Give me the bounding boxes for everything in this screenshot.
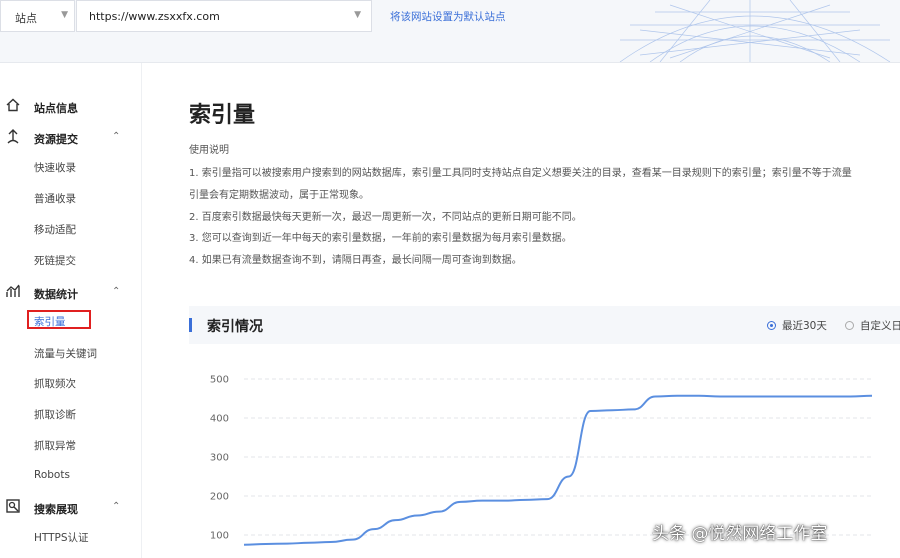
globe-mesh-decoration-icon: [619, 0, 891, 62]
sidebar-group-label: 搜索展现: [34, 503, 78, 516]
sidebar-item-traffic-keywords[interactable]: 流量与关键词: [34, 346, 97, 361]
sidebar-item-dead-link[interactable]: 死链提交: [34, 253, 76, 268]
set-default-site-link[interactable]: 将该网站设置为默认站点: [390, 9, 506, 24]
sidebar-group-search-display[interactable]: 搜索展现 ⌃: [0, 497, 141, 519]
sidebar-group-label: 资源提交: [34, 133, 78, 146]
sidebar-group-label: 站点信息: [34, 102, 78, 115]
y-tick-label: 400: [210, 414, 229, 425]
site-type-select[interactable]: 站点 ▼: [0, 0, 75, 32]
y-tick-label: 300: [210, 453, 229, 464]
search-display-icon: [6, 499, 20, 513]
stats-icon: [6, 284, 20, 297]
sidebar-group-label: 数据统计: [34, 288, 78, 301]
sidebar-group-data-stats[interactable]: 数据统计 ⌃: [0, 282, 141, 304]
site-url-select[interactable]: https://www.zsxxfx.com ▼: [76, 0, 372, 32]
y-tick-label: 100: [210, 531, 229, 542]
sidebar-item-crawl-errors[interactable]: 抓取异常: [34, 438, 76, 453]
top-bar: 站点 ▼ https://www.zsxxfx.com ▼ 将该网站设置为默认站…: [0, 0, 900, 63]
index-volume-line-chart: 0100200300400500: [210, 375, 873, 546]
sidebar-item-robots[interactable]: Robots: [34, 469, 70, 481]
y-tick-label: 200: [210, 492, 229, 503]
sidebar-item-crawl-diagnosis[interactable]: 抓取诊断: [34, 407, 76, 422]
site-type-label: 站点: [15, 12, 37, 25]
y-tick-label: 500: [210, 375, 229, 386]
upload-icon: [7, 129, 19, 144]
sidebar-group-resource-submit[interactable]: 资源提交 ⌃: [0, 127, 141, 149]
sidebar-item-normal-index[interactable]: 普通收录: [34, 191, 76, 206]
main-content: 索引量 使用说明 1. 索引量指可以被搜索用户搜索到的网站数据库，索引量工具同时…: [142, 63, 900, 558]
home-icon: [6, 98, 20, 112]
sidebar-item-crawl-frequency[interactable]: 抓取频次: [34, 376, 76, 391]
watermark-text: 头条 @悦然网络工作室: [652, 524, 828, 544]
sidebar: 站点信息 资源提交 ⌃ 快速收录 普通收录 移动适配 死链提交 数据统计 ⌃ 索…: [0, 63, 142, 558]
site-url-value: https://www.zsxxfx.com: [89, 10, 220, 23]
chevron-down-icon: ▼: [354, 10, 361, 20]
sidebar-item-mobile-adapt[interactable]: 移动适配: [34, 222, 76, 237]
chevron-down-icon: ▼: [61, 10, 68, 20]
sidebar-item-fast-index[interactable]: 快速收录: [34, 160, 76, 175]
sidebar-group-site-info[interactable]: 站点信息: [0, 96, 141, 118]
chevron-up-icon: ⌃: [112, 501, 121, 512]
chevron-up-icon: ⌃: [112, 131, 121, 142]
sidebar-item-https-cert[interactable]: HTTPS认证: [34, 530, 89, 545]
active-item-highlight-box: [27, 310, 91, 329]
chevron-up-icon: ⌃: [112, 286, 121, 297]
